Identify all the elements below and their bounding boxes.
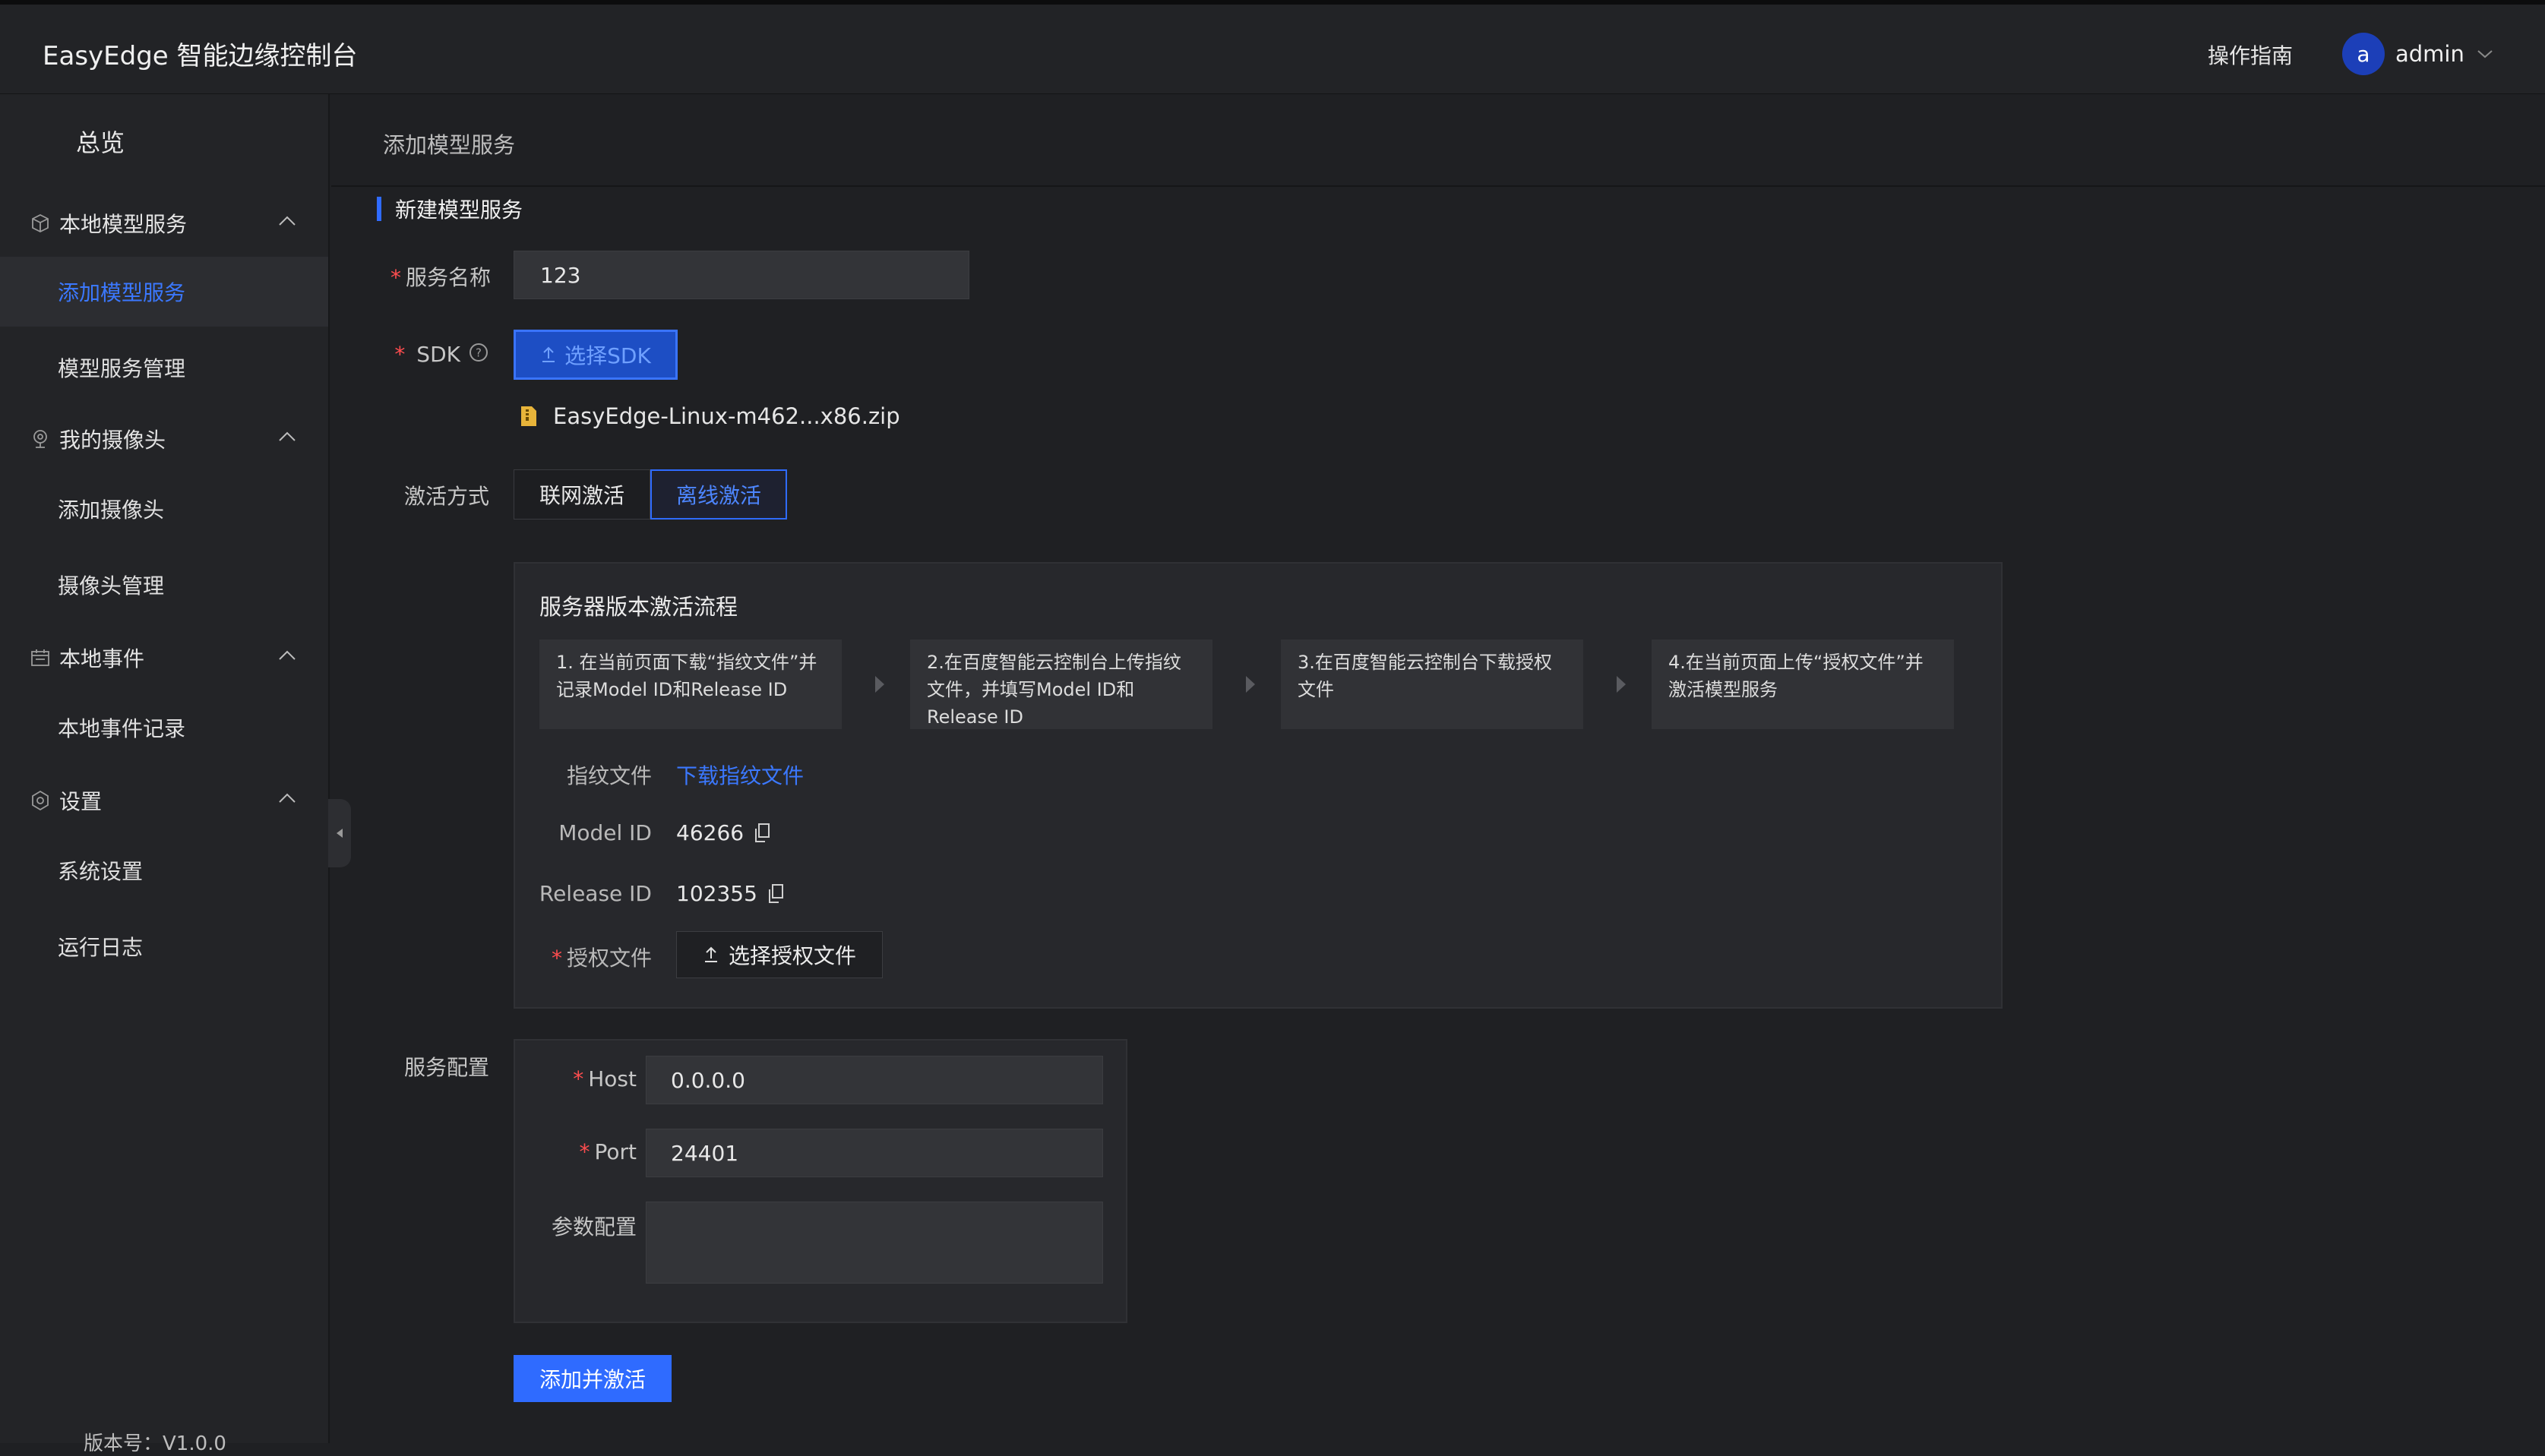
- arrow-right-icon: [1617, 676, 1626, 693]
- select-sdk-label: 选择SDK: [564, 343, 651, 368]
- activation-step-2: 2.在百度智能云控制台上传指纹文件，并填写Model ID和Release ID: [910, 640, 1212, 729]
- zip-file-icon: [521, 406, 536, 426]
- sdk-file: EasyEdge-Linux-m462...x86.zip: [520, 403, 900, 430]
- host-input[interactable]: 0.0.0.0: [646, 1056, 1103, 1104]
- camera-icon: [33, 430, 47, 448]
- arrow-right-icon: [875, 676, 884, 693]
- port-label: * Port: [579, 1139, 637, 1164]
- activation-step-1: 1. 在当前页面下载“指纹文件”并记录Model ID和Release ID: [539, 640, 842, 729]
- sidebar-group-label: 设置: [59, 789, 103, 814]
- service-name-input[interactable]: 123: [514, 251, 969, 299]
- calendar-icon: [31, 649, 49, 666]
- breadcrumb-bar: 添加模型服务: [331, 94, 2545, 187]
- sidebar-item-camera-management[interactable]: 摄像头管理: [0, 550, 328, 620]
- sidebar-item-system-settings[interactable]: 系统设置: [0, 835, 328, 905]
- sidebar-item-add-model-service[interactable]: 添加模型服务: [0, 257, 328, 327]
- copy-icon[interactable]: [753, 823, 771, 844]
- download-fingerprint-link[interactable]: 下载指纹文件: [676, 760, 804, 790]
- service-config-panel: * Host 0.0.0.0 * Port 24401 参数配置: [514, 1039, 1127, 1323]
- copy-icon[interactable]: [767, 883, 785, 905]
- chevron-down-icon[interactable]: [2475, 46, 2495, 62]
- sidebar-group-camera[interactable]: 我的摄像头: [0, 409, 328, 469]
- sidebar-group-settings[interactable]: 设置: [0, 770, 328, 831]
- select-auth-file-button[interactable]: 选择授权文件: [676, 931, 883, 978]
- chevron-up-icon[interactable]: [277, 428, 298, 445]
- user-menu[interactable]: a admin: [2342, 32, 2495, 76]
- breadcrumb: 添加模型服务: [383, 132, 516, 158]
- sidebar-collapse-button[interactable]: [328, 799, 351, 867]
- sdk-file-name: EasyEdge-Linux-m462...x86.zip: [553, 403, 900, 429]
- sidebar-group-local-model[interactable]: 本地模型服务: [0, 193, 328, 254]
- offline-activation-tab[interactable]: 离线激活: [650, 469, 787, 520]
- section-title-text: 新建模型服务: [395, 197, 523, 223]
- version-label: 版本号：V1.0.0: [84, 1432, 226, 1455]
- sidebar: 总览 本地模型服务 添加模型服务 模型服务管理 我的摄像头 添加摄像头 摄像头管…: [0, 94, 330, 1455]
- upload-icon: [704, 946, 717, 962]
- top-bar: EasyEdge 智能边缘控制台 操作指南 a admin: [0, 0, 2545, 94]
- port-input[interactable]: 24401: [646, 1129, 1103, 1177]
- host-label: * Host: [573, 1066, 637, 1091]
- add-and-activate-button[interactable]: 添加并激活: [514, 1355, 672, 1402]
- sidebar-item-local-event-records[interactable]: 本地事件记录: [0, 693, 328, 763]
- sidebar-item-add-camera[interactable]: 添加摄像头: [0, 474, 328, 544]
- sidebar-group-label: 本地模型服务: [59, 212, 188, 237]
- offline-activation-panel: 服务器版本激活流程 1. 在当前页面下载“指纹文件”并记录Model ID和Re…: [514, 562, 2003, 1009]
- activation-step-4: 4.在当前页面上传“授权文件”并激活模型服务: [1652, 640, 1954, 729]
- sidebar-group-label: 本地事件: [59, 646, 145, 671]
- sidebar-group-local-events[interactable]: 本地事件: [0, 627, 328, 688]
- chevron-left-icon: [337, 829, 343, 838]
- service-config-label: 服务配置: [403, 1055, 489, 1080]
- model-id-label: Model ID: [558, 820, 652, 845]
- auth-file-label: * 授权文件: [551, 946, 652, 971]
- chevron-up-icon[interactable]: [277, 647, 298, 664]
- svg-text:?: ?: [476, 346, 482, 360]
- arrow-right-icon: [1246, 676, 1255, 693]
- section-accent-bar: [377, 197, 381, 221]
- select-sdk-button[interactable]: 选择SDK: [514, 330, 678, 380]
- params-textarea[interactable]: [646, 1202, 1103, 1284]
- sidebar-group-label: 我的摄像头: [59, 428, 166, 453]
- activation-label: 激活方式: [403, 484, 489, 509]
- fingerprint-label: 指纹文件: [566, 763, 652, 788]
- sdk-label: * SDK: [394, 342, 460, 367]
- model-id-value: 46266: [676, 820, 771, 845]
- service-name-label: * 服务名称: [390, 265, 491, 290]
- upload-icon: [542, 346, 555, 362]
- section-title: 新建模型服务: [377, 196, 523, 223]
- release-id-value: 102355: [676, 881, 785, 906]
- params-label: 参数配置: [551, 1214, 637, 1240]
- cube-icon: [32, 213, 49, 233]
- help-icon[interactable]: ?: [468, 342, 489, 363]
- chevron-up-icon[interactable]: [277, 790, 298, 807]
- select-auth-file-label: 选择授权文件: [728, 943, 856, 968]
- avatar[interactable]: a: [2342, 33, 2385, 75]
- release-id-label: Release ID: [539, 881, 652, 906]
- app-title: EasyEdge 智能边缘控制台: [43, 41, 358, 71]
- online-activation-tab[interactable]: 联网激活: [514, 469, 650, 520]
- sidebar-item-run-logs[interactable]: 运行日志: [0, 911, 328, 981]
- sidebar-item-model-service-management[interactable]: 模型服务管理: [0, 333, 328, 403]
- guide-link[interactable]: 操作指南: [2208, 39, 2293, 70]
- activation-step-3: 3.在百度智能云控制台下载授权文件: [1281, 640, 1583, 729]
- username[interactable]: admin: [2395, 41, 2464, 67]
- settings-icon: [32, 790, 49, 811]
- activation-flow-title: 服务器版本激活流程: [539, 594, 738, 620]
- chevron-up-icon[interactable]: [277, 213, 298, 229]
- sidebar-item-overview[interactable]: 总览: [0, 94, 328, 188]
